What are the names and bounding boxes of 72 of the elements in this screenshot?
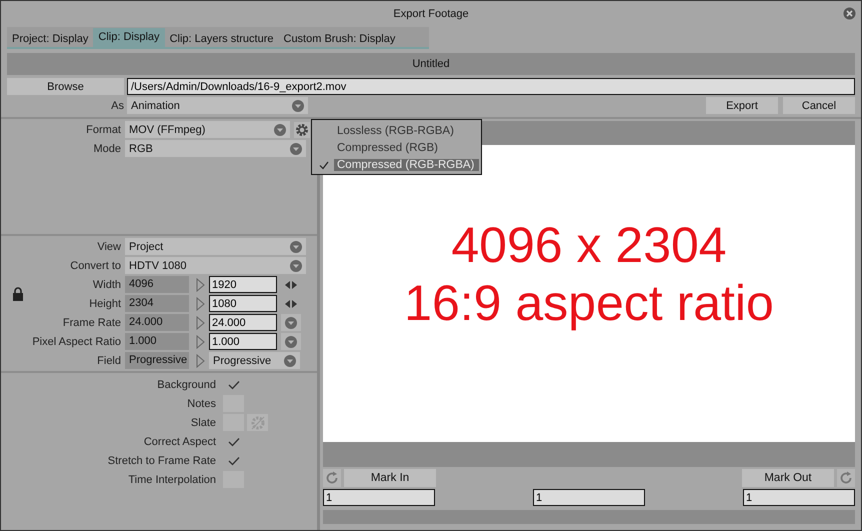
option-label: Stretch to Frame Rate — [106, 454, 216, 466]
option-label: Slate — [190, 416, 216, 428]
caret-icon — [290, 240, 302, 252]
field-label: Width — [92, 278, 121, 290]
checkmark-icon — [228, 380, 240, 390]
option-label: Correct Aspect — [142, 436, 216, 448]
stepper-icon[interactable] — [285, 280, 297, 288]
option-label: Background — [156, 378, 216, 390]
stepper-icon[interactable] — [285, 300, 297, 308]
mark-out-button[interactable]: Mark Out — [742, 469, 834, 487]
caret-icon — [284, 354, 296, 366]
checkmark-icon — [228, 436, 240, 446]
path-field[interactable]: /Users/Admin/Downloads/16-9_export2.mov — [127, 78, 855, 95]
option-label: Notes — [186, 398, 216, 410]
value-field[interactable]: 1080 — [209, 295, 277, 312]
frame-field[interactable]: 1 — [743, 489, 855, 506]
field-label: Pixel Aspect Ratio — [31, 336, 121, 348]
field-label: Field — [96, 354, 121, 366]
tab[interactable]: Clip: Layers structure — [164, 30, 278, 47]
field-label: Height — [88, 298, 121, 310]
arrow-icon — [196, 316, 205, 330]
arrow-icon — [196, 354, 205, 368]
preview-text: 4096 x 2304 — [451, 216, 727, 274]
clip-name: Untitled — [412, 58, 450, 70]
dropdown[interactable]: RGB — [125, 140, 306, 157]
frame-field[interactable]: 1 — [533, 489, 645, 506]
close-icon[interactable] — [843, 7, 856, 20]
dropdown-button[interactable] — [281, 314, 301, 331]
source-value: 24.000 — [125, 314, 189, 331]
dialog-button[interactable]: Cancel — [783, 97, 855, 114]
dropdown[interactable]: Progressive — [209, 352, 300, 369]
caret-icon — [290, 260, 302, 272]
field-label: Frame Rate — [62, 316, 121, 328]
option-label: Time Interpolation — [127, 474, 216, 486]
checkmark-icon — [319, 161, 329, 170]
value-field[interactable]: 1.000 — [209, 333, 277, 350]
window-title: Export Footage — [393, 8, 469, 20]
checkmark-icon — [228, 456, 240, 466]
field-label: As — [110, 100, 124, 112]
field-label: Format — [85, 124, 121, 136]
dialog-button[interactable]: Export — [706, 97, 778, 114]
arrow-icon — [196, 296, 205, 310]
source-value: 2304 — [125, 295, 189, 312]
mark-in-button[interactable]: Mark In — [344, 469, 436, 487]
tab[interactable]: Custom Brush: Display — [278, 30, 400, 47]
source-value: 1.000 — [125, 333, 189, 350]
frame-field[interactable]: 1 — [323, 489, 435, 506]
caret-icon — [292, 100, 304, 112]
lock-icon[interactable] — [12, 287, 24, 301]
source-value: Progressive — [125, 352, 189, 369]
dropdown[interactable]: HDTV 1080 — [125, 257, 306, 274]
dropdown-button[interactable] — [281, 333, 301, 350]
dropdown[interactable]: Project — [125, 238, 306, 255]
tab[interactable]: Clip: Display — [93, 28, 165, 47]
field-label: Mode — [92, 142, 121, 154]
arrow-icon — [196, 278, 205, 292]
value-field[interactable]: 1920 — [209, 276, 277, 293]
dropdown[interactable]: MOV (FFmpeg) — [125, 121, 290, 138]
menu-item[interactable]: Lossless (RGB-RGBA) — [312, 122, 481, 139]
menu-item[interactable]: Compressed (RGB) — [312, 139, 481, 156]
arrow-icon — [196, 334, 205, 348]
field-label: View — [96, 240, 121, 252]
tab[interactable]: Project: Display — [7, 30, 94, 47]
caret-icon — [290, 142, 302, 154]
source-value: 4096 — [125, 276, 189, 293]
gear-icon[interactable] — [294, 122, 310, 138]
as-dropdown[interactable]: Animation — [127, 97, 308, 114]
preview-text: 16:9 aspect ratio — [404, 274, 774, 332]
field-label: Convert to — [69, 260, 121, 272]
caret-icon — [274, 124, 286, 136]
value-field[interactable]: 24.000 — [209, 314, 277, 331]
browse-button[interactable]: Browse — [7, 78, 124, 95]
